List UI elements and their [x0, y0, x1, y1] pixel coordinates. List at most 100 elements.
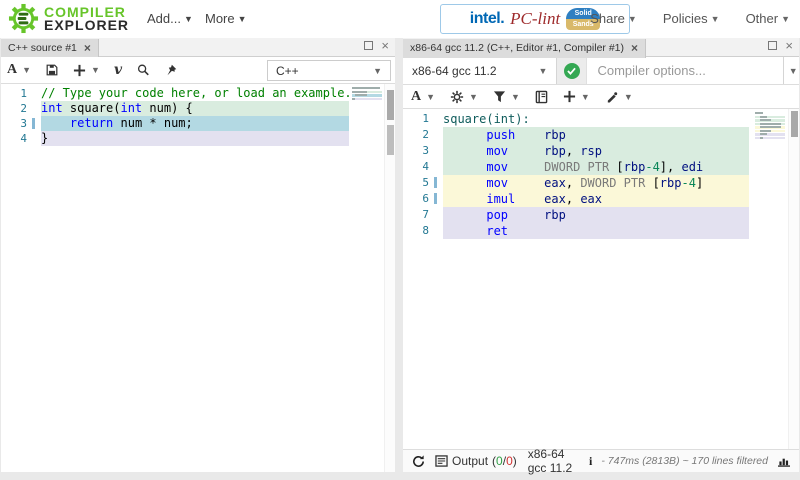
settings-button[interactable]: ▼: [450, 90, 478, 104]
code-text: ret: [443, 223, 749, 239]
pin-button[interactable]: [164, 63, 178, 77]
filter-button[interactable]: ▼: [493, 90, 520, 103]
statusbar-compiler-name: x86-64 gcc 11.2: [528, 447, 580, 475]
line-number: 1: [403, 111, 443, 127]
code-text: mov rbp, rsp: [443, 143, 749, 159]
chevron-down-icon: ▼: [91, 65, 100, 75]
tools-button[interactable]: ▼: [605, 90, 633, 103]
close-icon[interactable]: ×: [785, 41, 793, 50]
source-scrollbar[interactable]: [384, 84, 395, 472]
scrollbar-handle[interactable]: [791, 111, 798, 137]
code-line[interactable]: 2 push rbp: [403, 127, 799, 143]
maximize-icon[interactable]: [768, 41, 777, 50]
language-select-value: C++: [276, 64, 299, 78]
book-icon: [535, 90, 548, 104]
pclint-logo: PC-lint: [510, 9, 560, 29]
code-text: }: [41, 131, 349, 146]
add-menu[interactable]: Add...▼: [147, 11, 193, 26]
policies-menu[interactable]: Policies▼: [663, 11, 720, 26]
code-text: imul eax, eax: [443, 191, 749, 207]
compiler-toolbar-row2: A▼ ▼ ▼ ▼ ▼: [403, 85, 799, 109]
intel-logo: intel.: [470, 10, 504, 28]
search-icon: [136, 63, 150, 77]
code-text: return num * num;: [41, 116, 349, 131]
assembly-minimap[interactable]: [755, 112, 785, 140]
chevron-down-icon: ▼: [22, 65, 31, 75]
minimap-line: [755, 130, 785, 133]
line-number: 8: [403, 223, 443, 239]
code-line[interactable]: 3 mov rbp, rsp: [403, 143, 799, 159]
tab-compiler-label: x86-64 gcc 11.2 (C++, Editor #1, Compile…: [410, 42, 624, 54]
compiler-select-value: x86-64 gcc 11.2: [412, 64, 497, 78]
linked-line-marker: [32, 118, 35, 129]
close-icon[interactable]: ×: [84, 42, 91, 54]
tab-compiler[interactable]: x86-64 gcc 11.2 (C++, Editor #1, Compile…: [403, 39, 646, 58]
code-line[interactable]: 1square(int):: [403, 111, 799, 127]
line-number: 4: [1, 131, 41, 146]
line-number: 2: [1, 101, 41, 116]
libraries-button[interactable]: [535, 90, 548, 104]
minimap-line: [755, 116, 785, 119]
logo-word-explorer: EXPLORER: [44, 19, 129, 32]
add-menu-label: Add...: [147, 11, 181, 26]
line-number: 7: [403, 207, 443, 223]
tab-cpp-source[interactable]: C++ source #1 ×: [1, 39, 99, 58]
add-pane-button[interactable]: ▼: [73, 64, 100, 77]
chevron-down-icon: ▼: [624, 92, 633, 102]
gear-logo-icon: [8, 3, 39, 34]
chevron-down-icon: ▼: [469, 92, 478, 102]
scrollbar-handle[interactable]: [387, 90, 394, 120]
vim-mode-button[interactable]: v: [114, 62, 122, 78]
info-icon[interactable]: i: [589, 454, 592, 469]
search-button[interactable]: [136, 63, 150, 77]
recompile-button[interactable]: [411, 454, 426, 469]
line-number: 3: [1, 116, 41, 131]
code-line[interactable]: 2int square(int num) {: [1, 101, 395, 116]
more-menu[interactable]: More▼: [205, 11, 247, 26]
stats-button[interactable]: [777, 455, 791, 467]
close-icon[interactable]: ×: [631, 42, 638, 54]
add-new-button[interactable]: ▼: [563, 90, 590, 103]
share-menu[interactable]: Share▼: [590, 11, 637, 26]
linked-line-marker: [434, 193, 437, 204]
chevron-down-icon: ▼: [511, 92, 520, 102]
source-minimap[interactable]: [352, 87, 382, 101]
line-number: 1: [1, 86, 41, 101]
code-line[interactable]: 4 mov DWORD PTR [rbp-4], edi: [403, 159, 799, 175]
compiler-select[interactable]: x86-64 gcc 11.2 ▼: [403, 57, 557, 84]
source-panel-window-controls: ×: [364, 41, 389, 50]
line-number: 6: [403, 191, 443, 207]
language-select[interactable]: C++ ▼: [267, 60, 391, 81]
assembly-scrollbar[interactable]: [788, 109, 799, 449]
code-line[interactable]: 8 ret: [403, 223, 799, 239]
line-number: 3: [403, 143, 443, 159]
code-line[interactable]: 1// Type your code here, or load an exam…: [1, 86, 395, 101]
chevron-down-icon: ▼: [184, 14, 193, 24]
scrollbar-handle[interactable]: [387, 125, 394, 155]
compiler-explorer-logo[interactable]: COMPILER EXPLORER: [8, 3, 129, 34]
compiler-panel-tabbar: x86-64 gcc 11.2 (C++, Editor #1, Compile…: [403, 38, 799, 57]
code-line[interactable]: 4}: [1, 131, 395, 146]
other-menu[interactable]: Other▼: [746, 11, 790, 26]
options-dropdown-button[interactable]: ▼: [783, 57, 799, 84]
line-number: 4: [403, 159, 443, 175]
code-text: mov eax, DWORD PTR [rbp-4]: [443, 175, 749, 191]
maximize-icon[interactable]: [364, 41, 373, 50]
code-line[interactable]: 6 imul eax, eax: [403, 191, 799, 207]
code-line[interactable]: 3 return num * num;: [1, 116, 395, 131]
other-menu-label: Other: [746, 11, 779, 26]
save-load-button[interactable]: [45, 63, 59, 77]
assembly-output-editor[interactable]: 1square(int):2 push rbp3 mov rbp, rsp4 m…: [403, 109, 799, 449]
font-size-button[interactable]: A▼: [7, 62, 31, 78]
wrench-icon: [605, 90, 619, 103]
output-button[interactable]: Output (0/0): [435, 454, 517, 468]
code-line[interactable]: 7 pop rbp: [403, 207, 799, 223]
code-line[interactable]: 5 mov eax, DWORD PTR [rbp-4]: [403, 175, 799, 191]
source-code-editor[interactable]: 1// Type your code here, or load an exam…: [1, 84, 395, 472]
compiler-options-input[interactable]: [587, 57, 783, 84]
font-size-button[interactable]: A▼: [411, 89, 435, 105]
vim-icon: v: [114, 62, 122, 78]
minimap-line: [352, 87, 382, 90]
close-icon[interactable]: ×: [381, 41, 389, 50]
policies-menu-label: Policies: [663, 11, 708, 26]
